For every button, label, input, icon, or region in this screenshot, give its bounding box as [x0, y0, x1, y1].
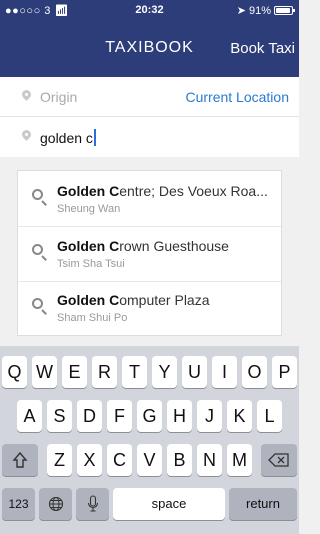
- destination-field[interactable]: golden c: [0, 117, 299, 157]
- battery-fill: [276, 8, 290, 13]
- key-c[interactable]: C: [107, 444, 132, 476]
- key-u[interactable]: U: [182, 356, 207, 388]
- suggestion-name: Golden Centre; Des Voeux Roa...: [57, 183, 268, 199]
- key-q[interactable]: Q: [2, 356, 27, 388]
- key-b[interactable]: B: [167, 444, 192, 476]
- location-arrow-icon: ➤: [236, 5, 246, 17]
- delete-key[interactable]: [261, 444, 297, 476]
- battery-icon: [274, 6, 295, 15]
- key-t[interactable]: T: [122, 356, 147, 388]
- key-h[interactable]: H: [167, 400, 192, 432]
- key-z[interactable]: Z: [47, 444, 72, 476]
- suggestion-item[interactable]: Golden Crown Guesthouse Tsim Sha Tsui: [18, 228, 281, 282]
- space-key[interactable]: space: [113, 488, 225, 520]
- return-key[interactable]: return: [229, 488, 297, 520]
- key-a[interactable]: A: [17, 400, 42, 432]
- delete-icon: [268, 453, 289, 467]
- key-k[interactable]: K: [227, 400, 252, 432]
- key-p[interactable]: P: [272, 356, 297, 388]
- divider: [18, 226, 281, 227]
- search-icon: [32, 189, 43, 200]
- key-d[interactable]: D: [77, 400, 102, 432]
- key-v[interactable]: V: [137, 444, 162, 476]
- key-r[interactable]: R: [92, 356, 117, 388]
- suggestion-area: Tsim Sha Tsui: [57, 258, 125, 270]
- key-f[interactable]: F: [107, 400, 132, 432]
- origin-placeholder: Origin: [40, 89, 78, 105]
- key-m[interactable]: M: [227, 444, 252, 476]
- origin-field[interactable]: Origin Current Location: [0, 77, 299, 117]
- search-icon: [32, 298, 43, 309]
- battery-percent: 91%: [248, 4, 271, 17]
- text-cursor: [93, 129, 96, 146]
- suggestion-list: Golden Centre; Des Voeux Roa... Sheung W…: [17, 170, 282, 336]
- key-l[interactable]: L: [257, 400, 282, 432]
- microphone-icon: [87, 495, 98, 512]
- key-i[interactable]: I: [212, 356, 237, 388]
- key-e[interactable]: E: [62, 356, 87, 388]
- globe-icon: [48, 496, 63, 512]
- book-taxi-button[interactable]: Book Taxi: [230, 40, 295, 57]
- globe-key[interactable]: [39, 488, 72, 520]
- search-icon: [32, 244, 43, 255]
- suggestion-item[interactable]: Golden Computer Plaza Sham Shui Po: [18, 282, 281, 336]
- numbers-key[interactable]: 123: [2, 488, 35, 520]
- key-y[interactable]: Y: [152, 356, 177, 388]
- suggestion-item[interactable]: Golden Centre; Des Voeux Roa... Sheung W…: [18, 173, 281, 227]
- key-j[interactable]: J: [197, 400, 222, 432]
- nav-bar: TAXIBOOK Book Taxi: [0, 21, 299, 77]
- key-w[interactable]: W: [32, 356, 57, 388]
- key-o[interactable]: O: [242, 356, 267, 388]
- status-bar: ●●○○○ 3 📶︎ 20:32 ➤ 91%: [0, 0, 299, 21]
- status-right: ➤ 91%: [236, 4, 295, 17]
- location-pin-icon: [20, 88, 33, 101]
- destination-input[interactable]: golden c: [40, 129, 96, 146]
- key-n[interactable]: N: [197, 444, 222, 476]
- suggestion-name: Golden Computer Plaza: [57, 292, 210, 308]
- suggestion-area: Sham Shui Po: [57, 312, 128, 324]
- suggestion-area: Sheung Wan: [57, 203, 121, 215]
- shift-key[interactable]: [2, 444, 38, 476]
- trip-form: Origin Current Location golden c: [0, 77, 299, 157]
- location-pin-icon: [20, 128, 33, 141]
- shift-icon: [12, 451, 28, 468]
- key-g[interactable]: G: [137, 400, 162, 432]
- current-location-button[interactable]: Current Location: [185, 89, 289, 105]
- keyboard: Q W E R T Y U I O P A S D F G H J K L Z …: [0, 346, 299, 534]
- key-x[interactable]: X: [77, 444, 102, 476]
- key-s[interactable]: S: [47, 400, 72, 432]
- app-header: ●●○○○ 3 📶︎ 20:32 ➤ 91% TAXIBOOK Book Tax…: [0, 0, 299, 77]
- suggestion-name: Golden Crown Guesthouse: [57, 238, 229, 254]
- dictation-key[interactable]: [76, 488, 109, 520]
